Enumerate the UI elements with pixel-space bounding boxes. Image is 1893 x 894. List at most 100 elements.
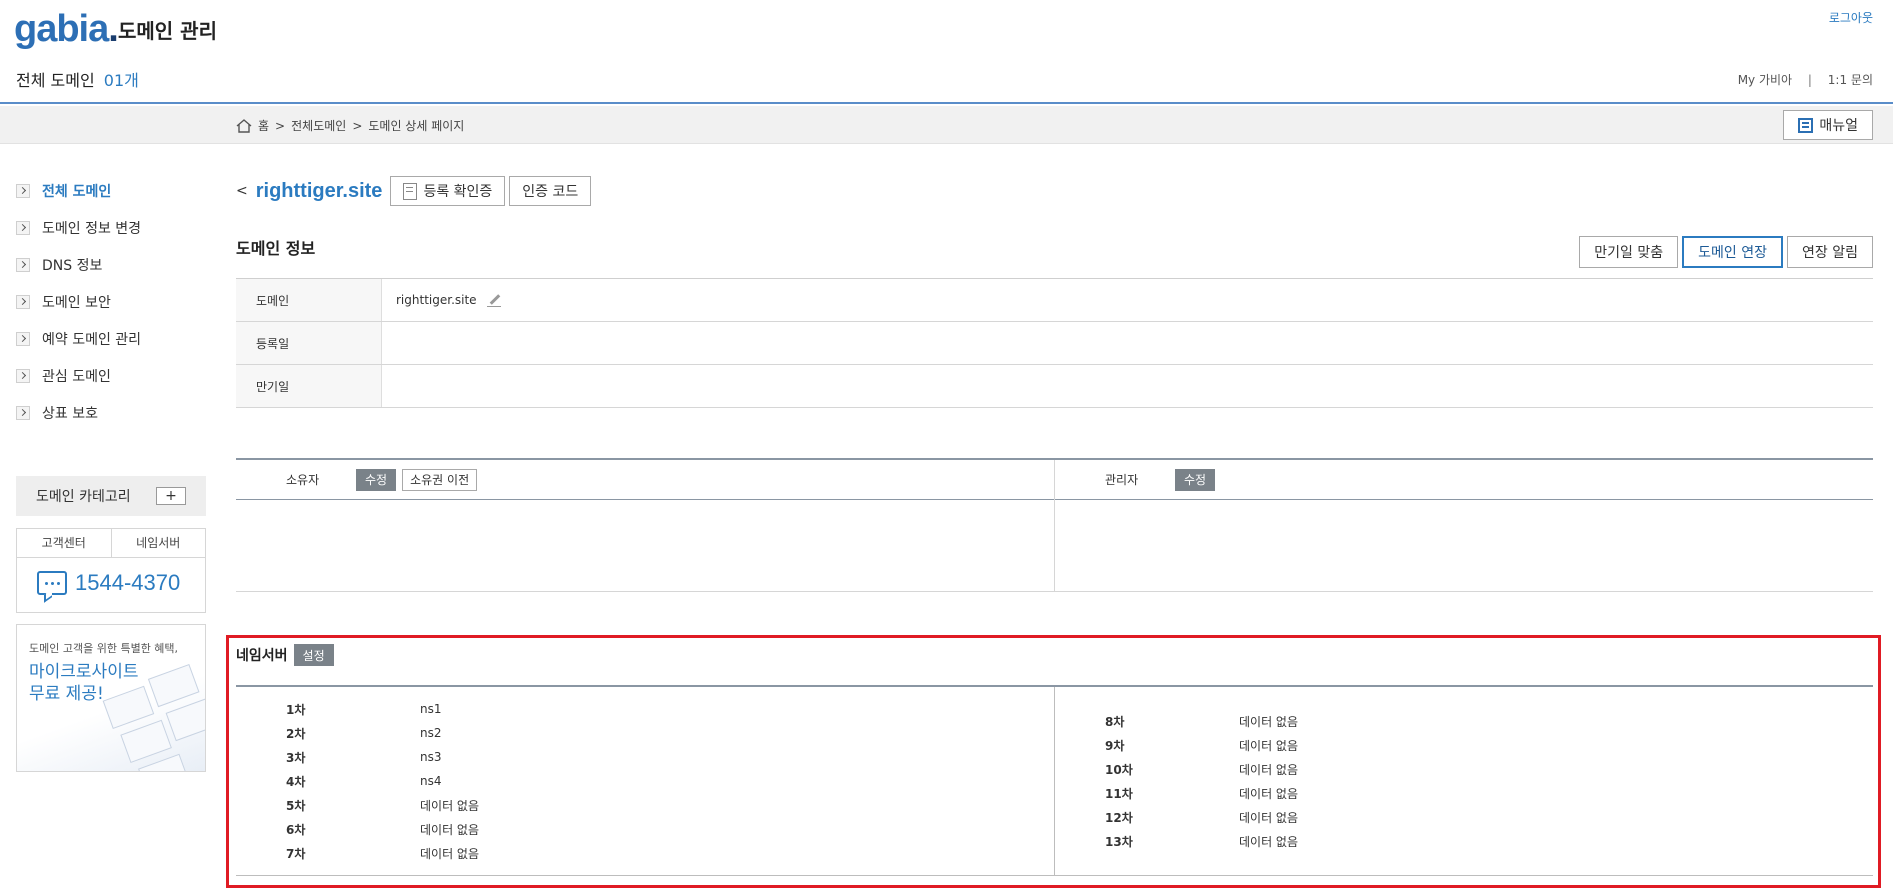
phone-number: 1544-4370 xyxy=(75,570,181,595)
sidebar-item-favorites[interactable]: 관심 도메인 xyxy=(16,357,208,394)
chevron-right-icon xyxy=(16,368,30,383)
domain-renew-button[interactable]: 도메인 연장 xyxy=(1682,236,1784,268)
ns-order: 8차 xyxy=(1105,714,1125,729)
sidebar-item-label: 상표 보호 xyxy=(42,405,98,422)
sidebar-item-label: DNS 정보 xyxy=(42,257,103,274)
row-label: 만기일 xyxy=(236,365,382,407)
nameserver-list: 8차 데이터 없음 9차 데이터 없음 10차 데이터 없음 11차 데이터 없음 12… xyxy=(1105,709,1298,853)
list-item: 3차 ns3 xyxy=(286,745,479,769)
sidebar-item-reserved[interactable]: 예약 도메인 관리 xyxy=(16,320,208,357)
back-arrow-icon[interactable]: < xyxy=(236,183,248,199)
registration-certificate-button[interactable]: 등록 확인증 xyxy=(390,176,506,206)
tab-nameserver[interactable]: 네임서버 xyxy=(110,529,206,557)
domain-count-value: 01개 xyxy=(103,71,139,90)
top-links: My 가비아 | 1:1 문의 xyxy=(1738,71,1873,88)
sidebar-item-label: 전체 도메인 xyxy=(42,183,112,200)
ns-order: 9차 xyxy=(1105,738,1125,753)
edit-pencil-icon[interactable] xyxy=(486,293,501,307)
list-item: 12차 데이터 없음 xyxy=(1105,805,1298,829)
chevron-right-icon xyxy=(16,405,30,420)
sidebar-item-trademark[interactable]: 상표 보호 xyxy=(16,394,208,431)
list-item: 4차 ns4 xyxy=(286,769,479,793)
table-row: 만기일 xyxy=(236,365,1873,408)
logout-link[interactable]: 로그아웃 xyxy=(1829,9,1873,26)
list-item: 2차 ns2 xyxy=(286,721,479,745)
ns-order: 3차 xyxy=(286,750,306,765)
list-item: 9차 데이터 없음 xyxy=(1105,733,1298,757)
admin-column: 관리자 수정 xyxy=(1054,460,1873,591)
app-title: 도메인 관리 xyxy=(118,19,217,43)
ns-value: 데이터 없음 xyxy=(1239,786,1299,801)
nameserver-table: 1차 ns1 2차 ns2 3차 ns3 4차 ns4 5차 데이터 없음 6차 데이터 없… xyxy=(236,685,1873,876)
ns-value: ns1 xyxy=(420,702,442,716)
sidebar-item-security[interactable]: 도메인 보안 xyxy=(16,283,208,320)
list-item: 1차 ns1 xyxy=(286,697,479,721)
domain-info-title: 도메인 정보 xyxy=(236,239,316,258)
sidebar-item-dns[interactable]: DNS 정보 xyxy=(16,246,208,283)
nameserver-setting-button[interactable]: 설정 xyxy=(293,644,334,666)
tab-customer-center[interactable]: 고객센터 xyxy=(17,529,111,557)
inquiry-link[interactable]: 1:1 문의 xyxy=(1828,73,1873,87)
cs-phone: 1544-4370 xyxy=(17,558,205,596)
breadcrumb-sep: > xyxy=(275,118,286,133)
manual-button[interactable]: 매뉴얼 xyxy=(1783,110,1873,140)
ns-order: 12차 xyxy=(1105,810,1133,825)
nameserver-column-right: 8차 데이터 없음 9차 데이터 없음 10차 데이터 없음 11차 데이터 없음 12… xyxy=(1054,687,1873,875)
cs-tabs: 고객센터 네임서버 xyxy=(17,529,205,558)
owner-label: 소유자 xyxy=(286,473,320,487)
domain-name-title: righttiger.site xyxy=(255,179,383,202)
ns-value: 데이터 없음 xyxy=(420,846,480,861)
admin-label: 관리자 xyxy=(1105,473,1139,487)
ns-value: 데이터 없음 xyxy=(1239,810,1299,825)
breadcrumb-home[interactable]: 홈 xyxy=(258,117,269,134)
ns-order: 11차 xyxy=(1105,786,1133,801)
certificate-icon xyxy=(403,182,418,200)
row-value xyxy=(382,322,1873,364)
home-icon[interactable] xyxy=(236,118,252,133)
nameserver-list: 1차 ns1 2차 ns2 3차 ns3 4차 ns4 5차 데이터 없음 6차 데이터 없… xyxy=(286,697,479,865)
microsite-promo-banner[interactable]: 도메인 고객을 위한 특별한 혜택, 마이크로사이트 무료 제공! xyxy=(16,624,206,772)
admin-edit-button[interactable]: 수정 xyxy=(1175,468,1216,491)
ns-value: ns3 xyxy=(420,750,442,764)
list-item: 10차 데이터 없음 xyxy=(1105,757,1298,781)
sidebar-item-label: 예약 도메인 관리 xyxy=(42,331,142,348)
ns-order: 4차 xyxy=(286,774,306,789)
domain-info-table: 도메인 righttiger.site 등록일 만기일 xyxy=(236,278,1873,408)
chevron-right-icon xyxy=(16,331,30,346)
expiry-align-button[interactable]: 만기일 맞춤 xyxy=(1579,236,1679,268)
owner-column: 소유자 수정 소유권 이전 xyxy=(236,460,1054,591)
row-label: 등록일 xyxy=(236,322,382,364)
ns-value: 데이터 없음 xyxy=(420,822,480,837)
admin-header: 관리자 수정 xyxy=(1055,460,1873,500)
sidebar-item-all-domains[interactable]: 전체 도메인 xyxy=(16,172,208,209)
breadcrumb-current: 도메인 상세 페이지 xyxy=(368,119,465,133)
owner-edit-button[interactable]: 수정 xyxy=(356,468,397,491)
list-item: 11차 데이터 없음 xyxy=(1105,781,1298,805)
list-item: 5차 데이터 없음 xyxy=(286,793,479,817)
chat-bubble-icon xyxy=(37,571,67,595)
row-value xyxy=(382,365,1873,407)
breadcrumb-sep: > xyxy=(352,118,363,133)
promo-subtitle: 도메인 고객을 위한 특별한 혜택, xyxy=(29,642,179,655)
auth-code-button[interactable]: 인증 코드 xyxy=(509,176,592,206)
breadcrumb-all-domains[interactable]: 전체도메인 xyxy=(291,117,346,134)
domain-value: righttiger.site xyxy=(396,293,477,307)
sidebar-item-domain-info-change[interactable]: 도메인 정보 변경 xyxy=(16,209,208,246)
add-category-button[interactable]: + xyxy=(156,487,186,505)
customer-service-box: 고객센터 네임서버 1544-4370 xyxy=(16,528,206,613)
ns-order: 2차 xyxy=(286,726,306,741)
gabia-logo[interactable]: gabia. xyxy=(14,8,119,51)
document-icon xyxy=(1798,117,1814,133)
domain-header: < righttiger.site 등록 확인증 인증 코드 xyxy=(236,176,595,206)
registration-certificate-label: 등록 확인증 xyxy=(423,184,493,200)
renewal-alert-button[interactable]: 연장 알림 xyxy=(1787,236,1873,268)
ns-value: 데이터 없음 xyxy=(1239,714,1299,729)
list-item: 13차 데이터 없음 xyxy=(1105,829,1298,853)
domain-count: 전체 도메인 01개 xyxy=(16,67,139,91)
my-gabia-link[interactable]: My 가비아 xyxy=(1738,73,1792,87)
chevron-right-icon xyxy=(16,294,30,309)
table-row: 도메인 righttiger.site xyxy=(236,279,1873,322)
ownership-transfer-button[interactable]: 소유권 이전 xyxy=(402,468,478,491)
ns-order: 10차 xyxy=(1105,762,1133,777)
domain-category: 도메인 카테고리 + xyxy=(16,476,206,516)
